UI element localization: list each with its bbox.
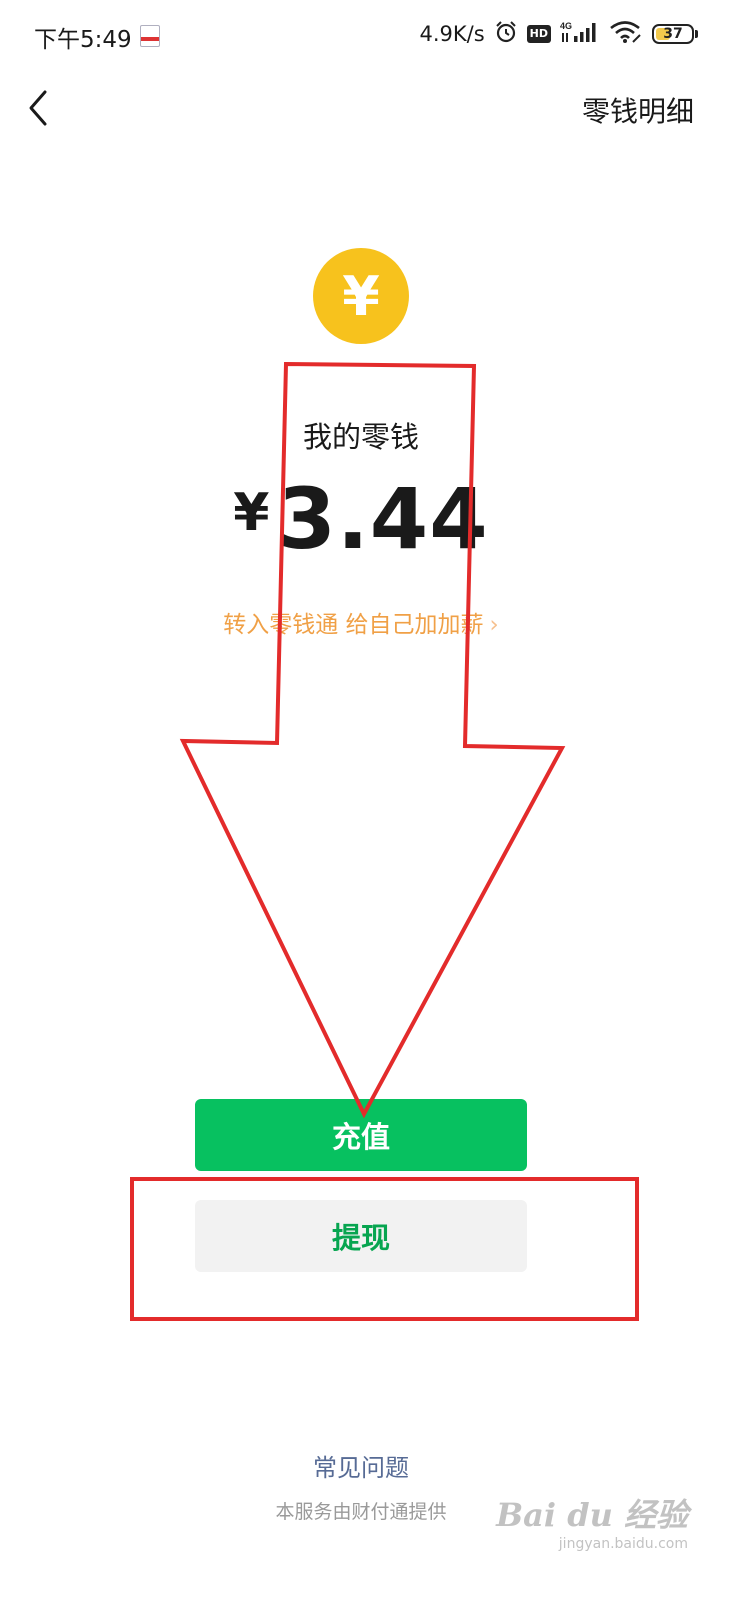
wifi-icon [609, 20, 643, 48]
watermark-sub: jingyan.baidu.com [558, 1536, 688, 1552]
annotation-overlay [130, 361, 639, 1321]
baidu-watermark: Bai du 经验 jingyan.baidu.com [496, 1490, 688, 1552]
watermark-main: Bai du 经验 [496, 1496, 688, 1534]
balance-amount: ¥3.44 [0, 470, 722, 568]
back-button[interactable] [18, 84, 62, 132]
svg-text:4G: 4G [560, 21, 572, 31]
withdraw-button[interactable]: 提现 [195, 1200, 527, 1272]
network-speed: 4.9K/s [419, 22, 485, 46]
promo-text: 转入零钱通 给自己加加薪 [223, 612, 484, 638]
app-notification-icon [140, 25, 160, 47]
status-time: 下午5:49 [34, 27, 132, 53]
yen-coin-icon: ¥ [313, 248, 409, 344]
change-details-link[interactable]: 零钱明细 [582, 90, 694, 130]
recharge-button[interactable]: 充值 [195, 1099, 527, 1171]
currency-symbol: ¥ [233, 483, 270, 543]
status-indicators: 4.9K/s HD 4G 37 [419, 18, 698, 50]
chevron-right-icon: › [489, 612, 499, 638]
faq-link[interactable]: 常见问题 [0, 1448, 722, 1483]
hd-icon: HD [526, 25, 551, 43]
battery-icon: 37 [652, 24, 698, 44]
battery-level: 37 [663, 26, 683, 42]
amount-value: 3.44 [277, 470, 489, 568]
balance-label: 我的零钱 [302, 420, 419, 454]
signal-icon: 4G [560, 20, 600, 48]
chevron-left-icon [29, 90, 47, 126]
coin-glyph: ¥ [342, 264, 380, 328]
promo-link[interactable]: 转入零钱通 给自己加加薪 › [0, 605, 722, 639]
status-bar: 下午5:49 4.9K/s HD 4G 37 [0, 0, 738, 72]
alarm-icon [494, 20, 518, 48]
